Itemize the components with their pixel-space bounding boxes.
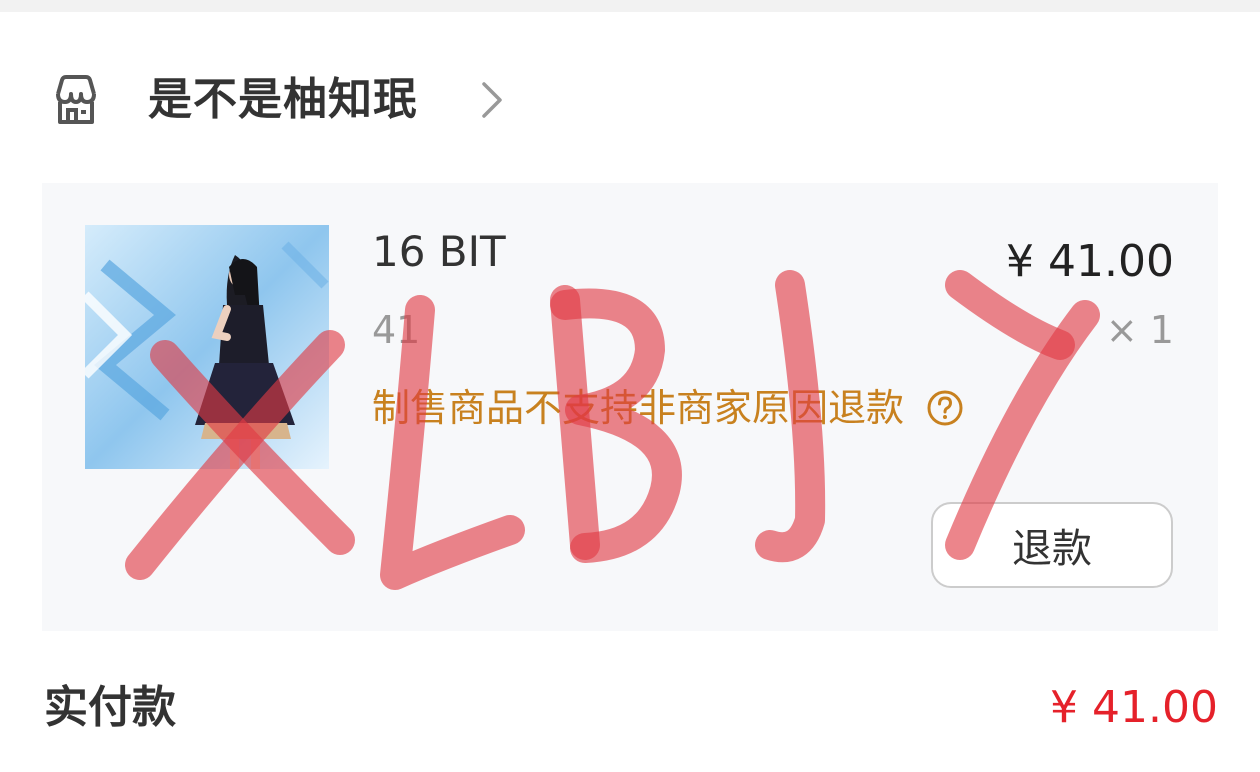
payment-summary: 实付款 ¥ 41.00 [0,676,1260,740]
product-thumbnail[interactable] [85,225,329,469]
order-item-card[interactable]: 16 BIT ¥ 41.00 41 × 1 制售商品不支持非商家原因退款 退款 [42,183,1218,631]
refund-button[interactable]: 退款 [931,502,1173,588]
product-spec: 41 [372,308,421,352]
amount-paid-label: 实付款 [44,682,176,733]
store-icon [56,75,96,124]
top-divider-strip [0,0,1260,12]
refund-policy-text: 制售商品不支持非商家原因退款 [372,386,905,430]
product-price: ¥ 41.00 [1006,236,1174,287]
amount-paid-value: ¥ 41.00 [1050,682,1218,733]
shop-header[interactable]: 是不是柚知珉 [0,60,1260,140]
refund-policy-notice: 制售商品不支持非商家原因退款 [372,383,964,433]
chevron-right-icon[interactable] [476,80,506,120]
question-circle-icon[interactable] [926,389,964,427]
product-quantity: × 1 [1105,308,1174,352]
product-title[interactable]: 16 BIT [372,227,506,277]
shop-name[interactable]: 是不是柚知珉 [148,72,418,128]
